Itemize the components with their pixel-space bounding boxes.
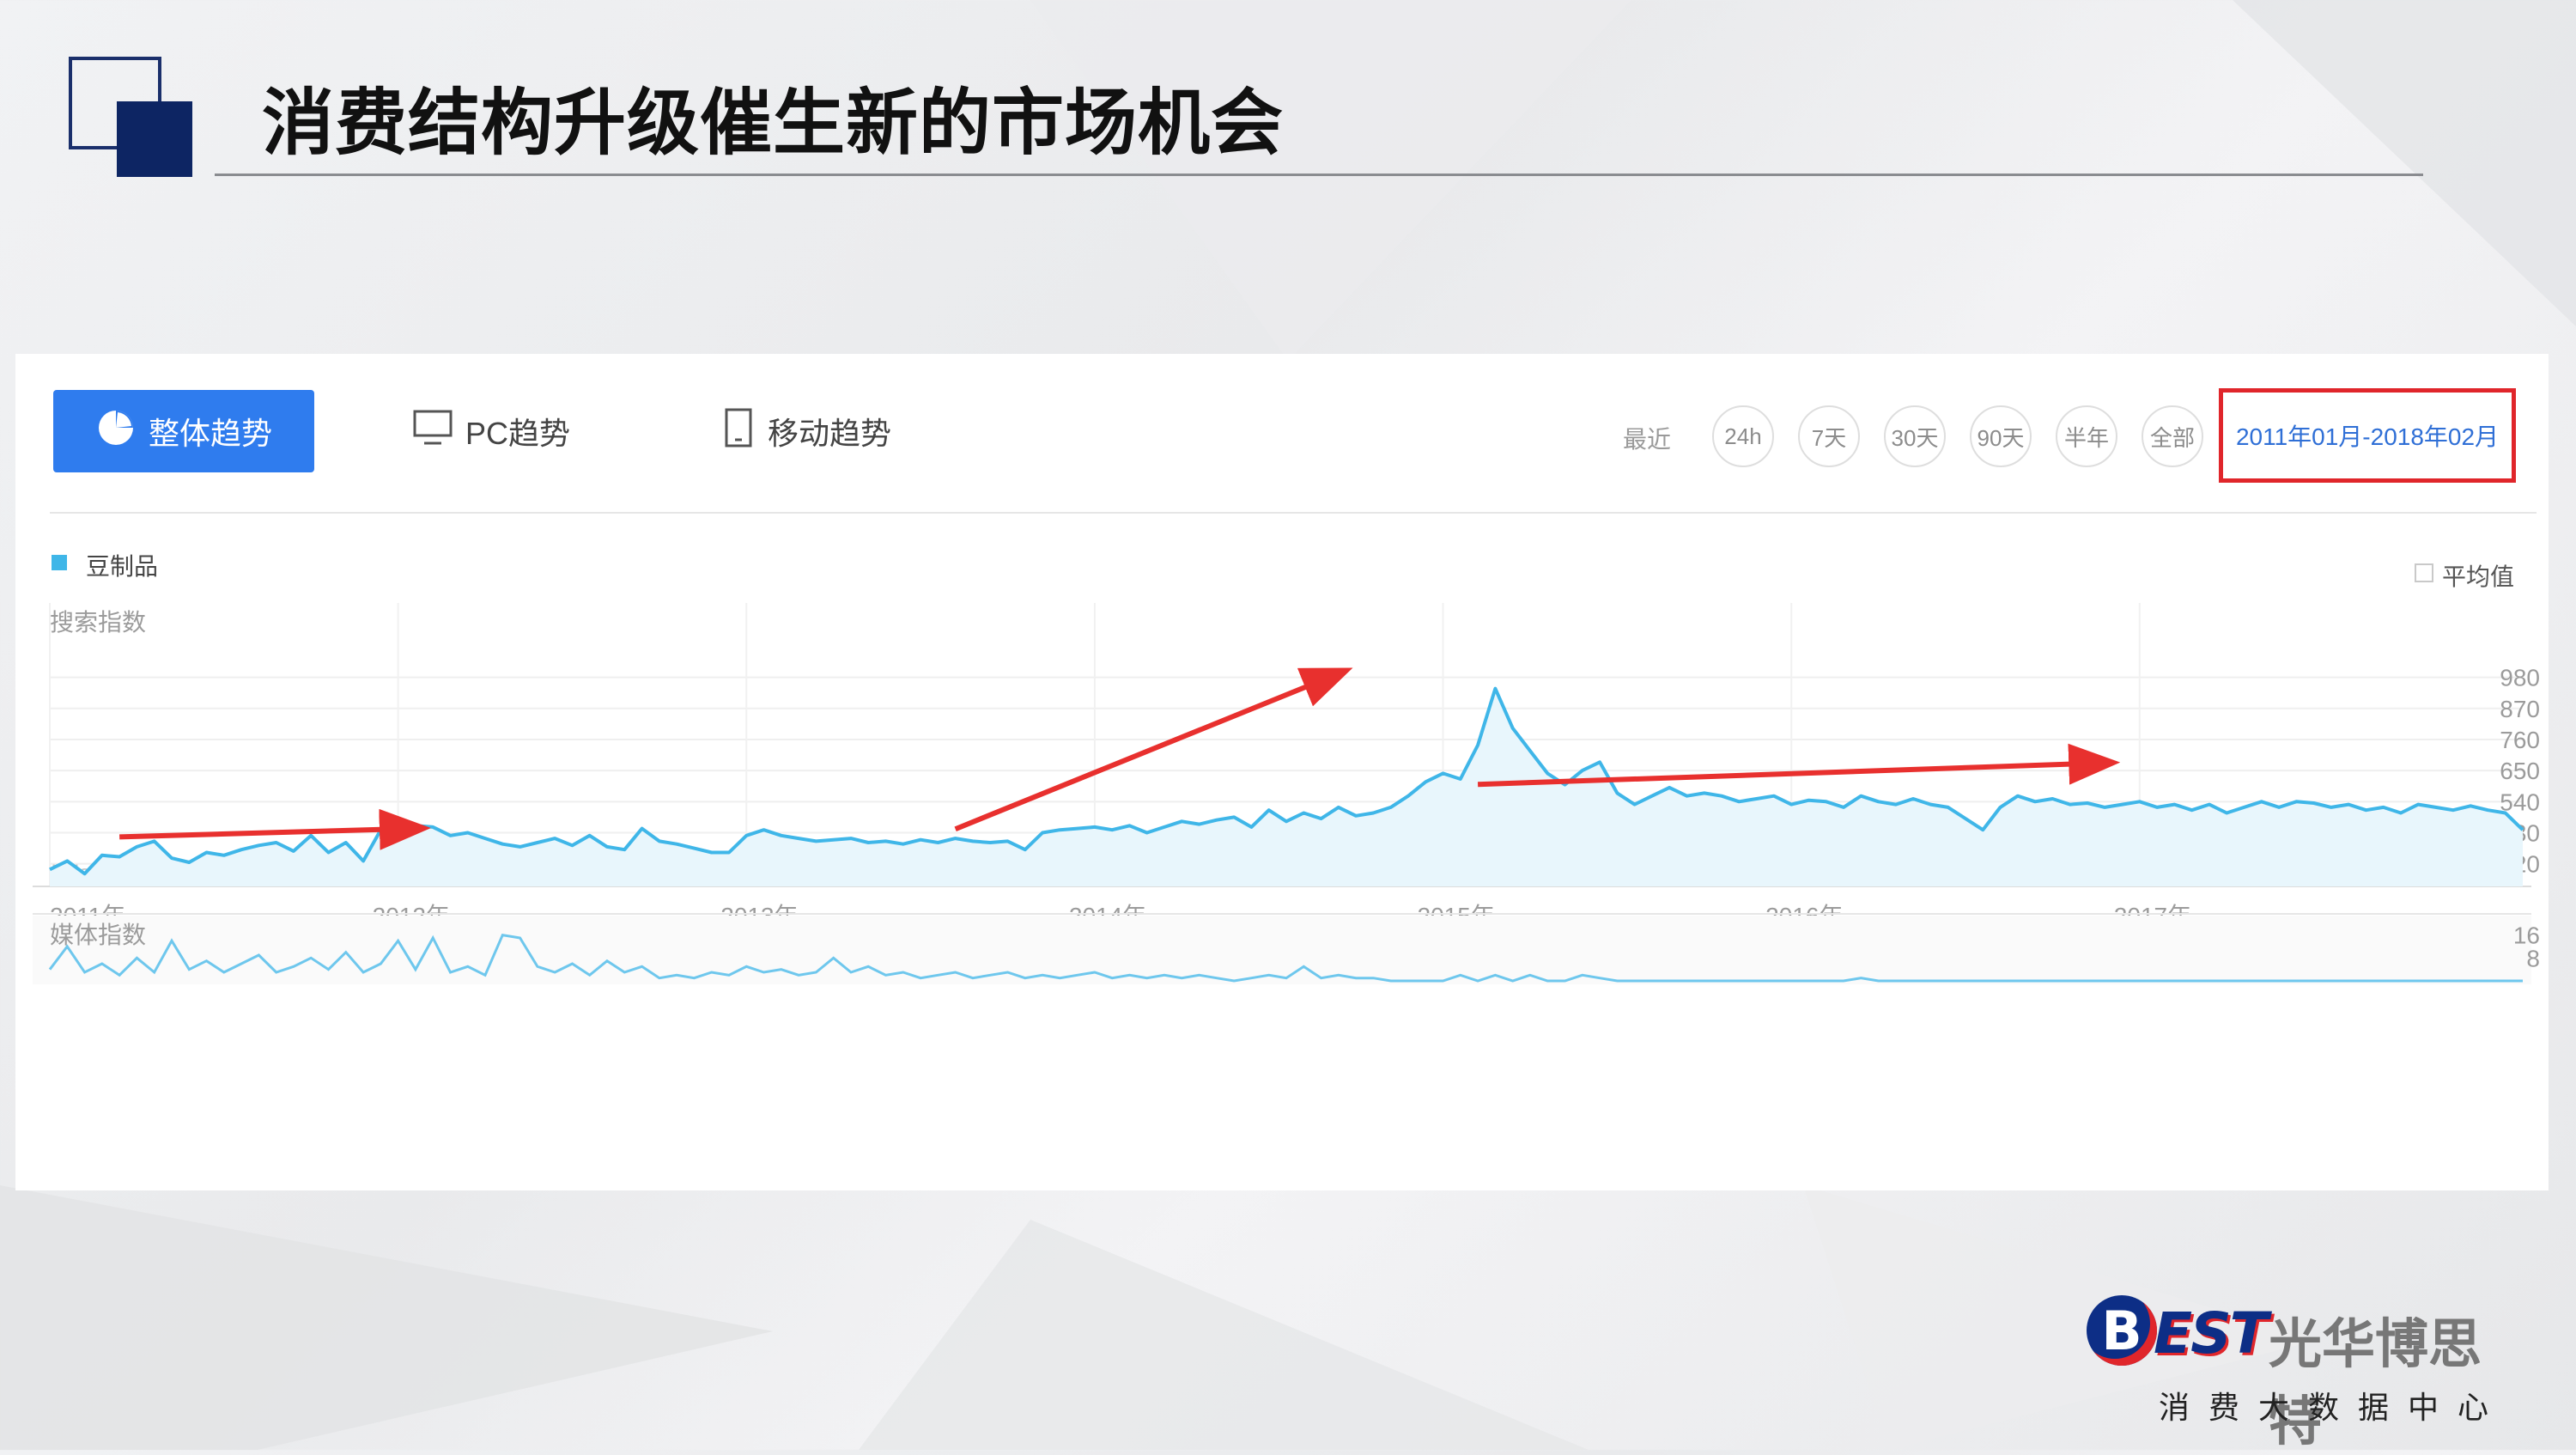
title-mark-fill [117, 101, 192, 177]
range-30d-button[interactable]: 30天 [1884, 405, 1946, 467]
trend-toolbar: 整体趋势 PC趋势 移动趋势 最近 24h 7天 30天 90天 半年 全部 2… [15, 354, 2549, 517]
logo-est-text: EST [2154, 1300, 2269, 1367]
average-label: 平均值 [2442, 563, 2515, 590]
logo-b-mark: B [2087, 1295, 2157, 1366]
media-tick-label: 16 [2513, 922, 2540, 949]
tab-pc-label: PC趋势 [465, 416, 571, 451]
header-divider [215, 174, 2423, 176]
range-90d-button[interactable]: 90天 [1970, 405, 2032, 467]
legend-series-label[interactable]: 豆制品 [86, 548, 158, 582]
date-range-selector[interactable]: 2011年01月-2018年02月 [2219, 388, 2516, 483]
baidu-index-panel: 整体趋势 PC趋势 移动趋势 最近 24h 7天 30天 90天 半年 全部 2… [15, 354, 2549, 1190]
y-tick-label: 980 [2500, 665, 2540, 691]
logo-company-name: 光华博思特 [2269, 1312, 2482, 1452]
tab-pc-trend[interactable]: PC趋势 [412, 390, 570, 472]
y-tick-label: 650 [2500, 758, 2540, 784]
slide-header: 消费结构升级催生新的市场机会 [0, 0, 2576, 189]
series-area-doufu [50, 688, 2523, 886]
tab-overall-trend[interactable]: 整体趋势 [53, 390, 314, 472]
y-tick-label: 870 [2500, 696, 2540, 722]
monitor-icon [412, 409, 453, 454]
range-label: 最近 [1623, 426, 1672, 453]
y-axis-title: 搜索指数 [50, 609, 146, 636]
range-half-year-button[interactable]: 半年 [2056, 405, 2117, 467]
trend-arrow-2 [954, 667, 1353, 832]
legend-swatch [52, 555, 67, 570]
range-24h-button[interactable]: 24h [1712, 405, 1774, 467]
y-tick-label: 760 [2500, 727, 2540, 753]
slide-title: 消费结构升级催生新的市场机会 [262, 81, 1285, 165]
trend-chart: 3204305406507608709802011年2012年2013年2014… [33, 603, 2540, 984]
brand-logo: B EST 光华博思特 消费大数据中心 [2087, 1295, 2533, 1452]
tab-overall-label: 整体趋势 [148, 416, 272, 451]
range-all-button[interactable]: 全部 [2142, 405, 2203, 467]
media-axis-title: 媒体指数 [50, 922, 146, 948]
average-checkbox[interactable] [2415, 563, 2433, 582]
mobile-icon [721, 407, 756, 456]
pie-chart-icon [95, 407, 137, 456]
range-7d-button[interactable]: 7天 [1798, 405, 1860, 467]
media-tick-label: 8 [2526, 945, 2540, 971]
tab-mobile-label: 移动趋势 [768, 416, 892, 451]
media-background [33, 916, 2531, 984]
tab-mobile-trend[interactable]: 移动趋势 [721, 390, 891, 472]
toolbar-divider [50, 512, 2537, 514]
logo-subtitle: 消费大数据中心 [2159, 1391, 2508, 1426]
